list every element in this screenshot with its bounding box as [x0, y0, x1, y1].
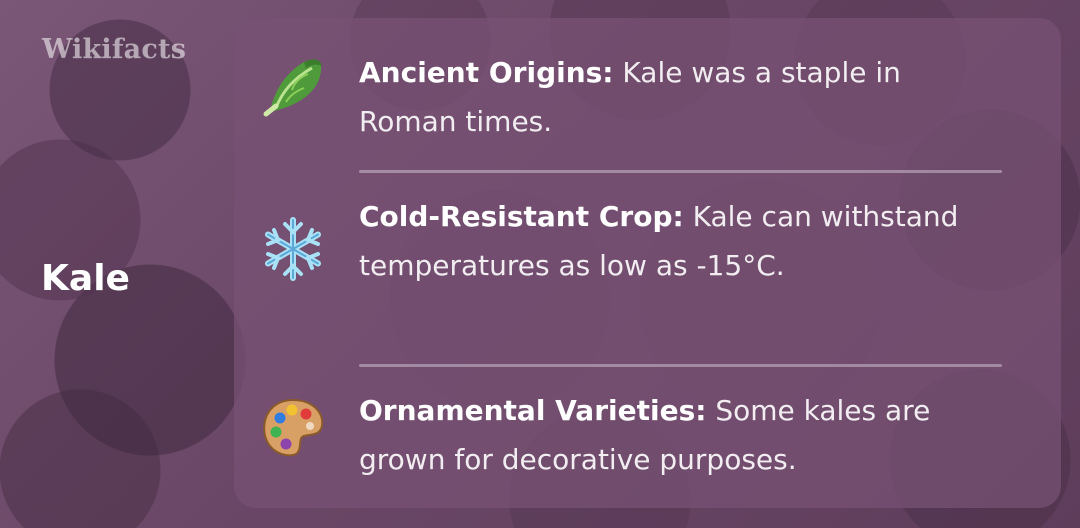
fact-item: Ancient Origins: Kale was a staple in Ro…: [258, 48, 1003, 146]
divider: [359, 170, 1002, 173]
divider: [359, 364, 1002, 367]
fact-heading: Cold-Resistant Crop:: [359, 200, 684, 233]
snowflake-icon: [258, 214, 328, 284]
fact-heading: Ornamental Varieties:: [359, 394, 707, 427]
brand-logo: Wikifacts: [42, 34, 187, 65]
fact-heading: Ancient Origins:: [359, 56, 614, 89]
facts-panel: Ancient Origins: Kale was a staple in Ro…: [234, 18, 1061, 508]
page-title: Kale: [41, 258, 130, 299]
fact-item: Ornamental Varieties: Some kales are gro…: [258, 386, 1003, 484]
fact-item: Cold-Resistant Crop: Kale can withstand …: [258, 192, 1003, 290]
leafy-green-icon: [258, 50, 328, 120]
artist-palette-icon: [258, 392, 328, 462]
